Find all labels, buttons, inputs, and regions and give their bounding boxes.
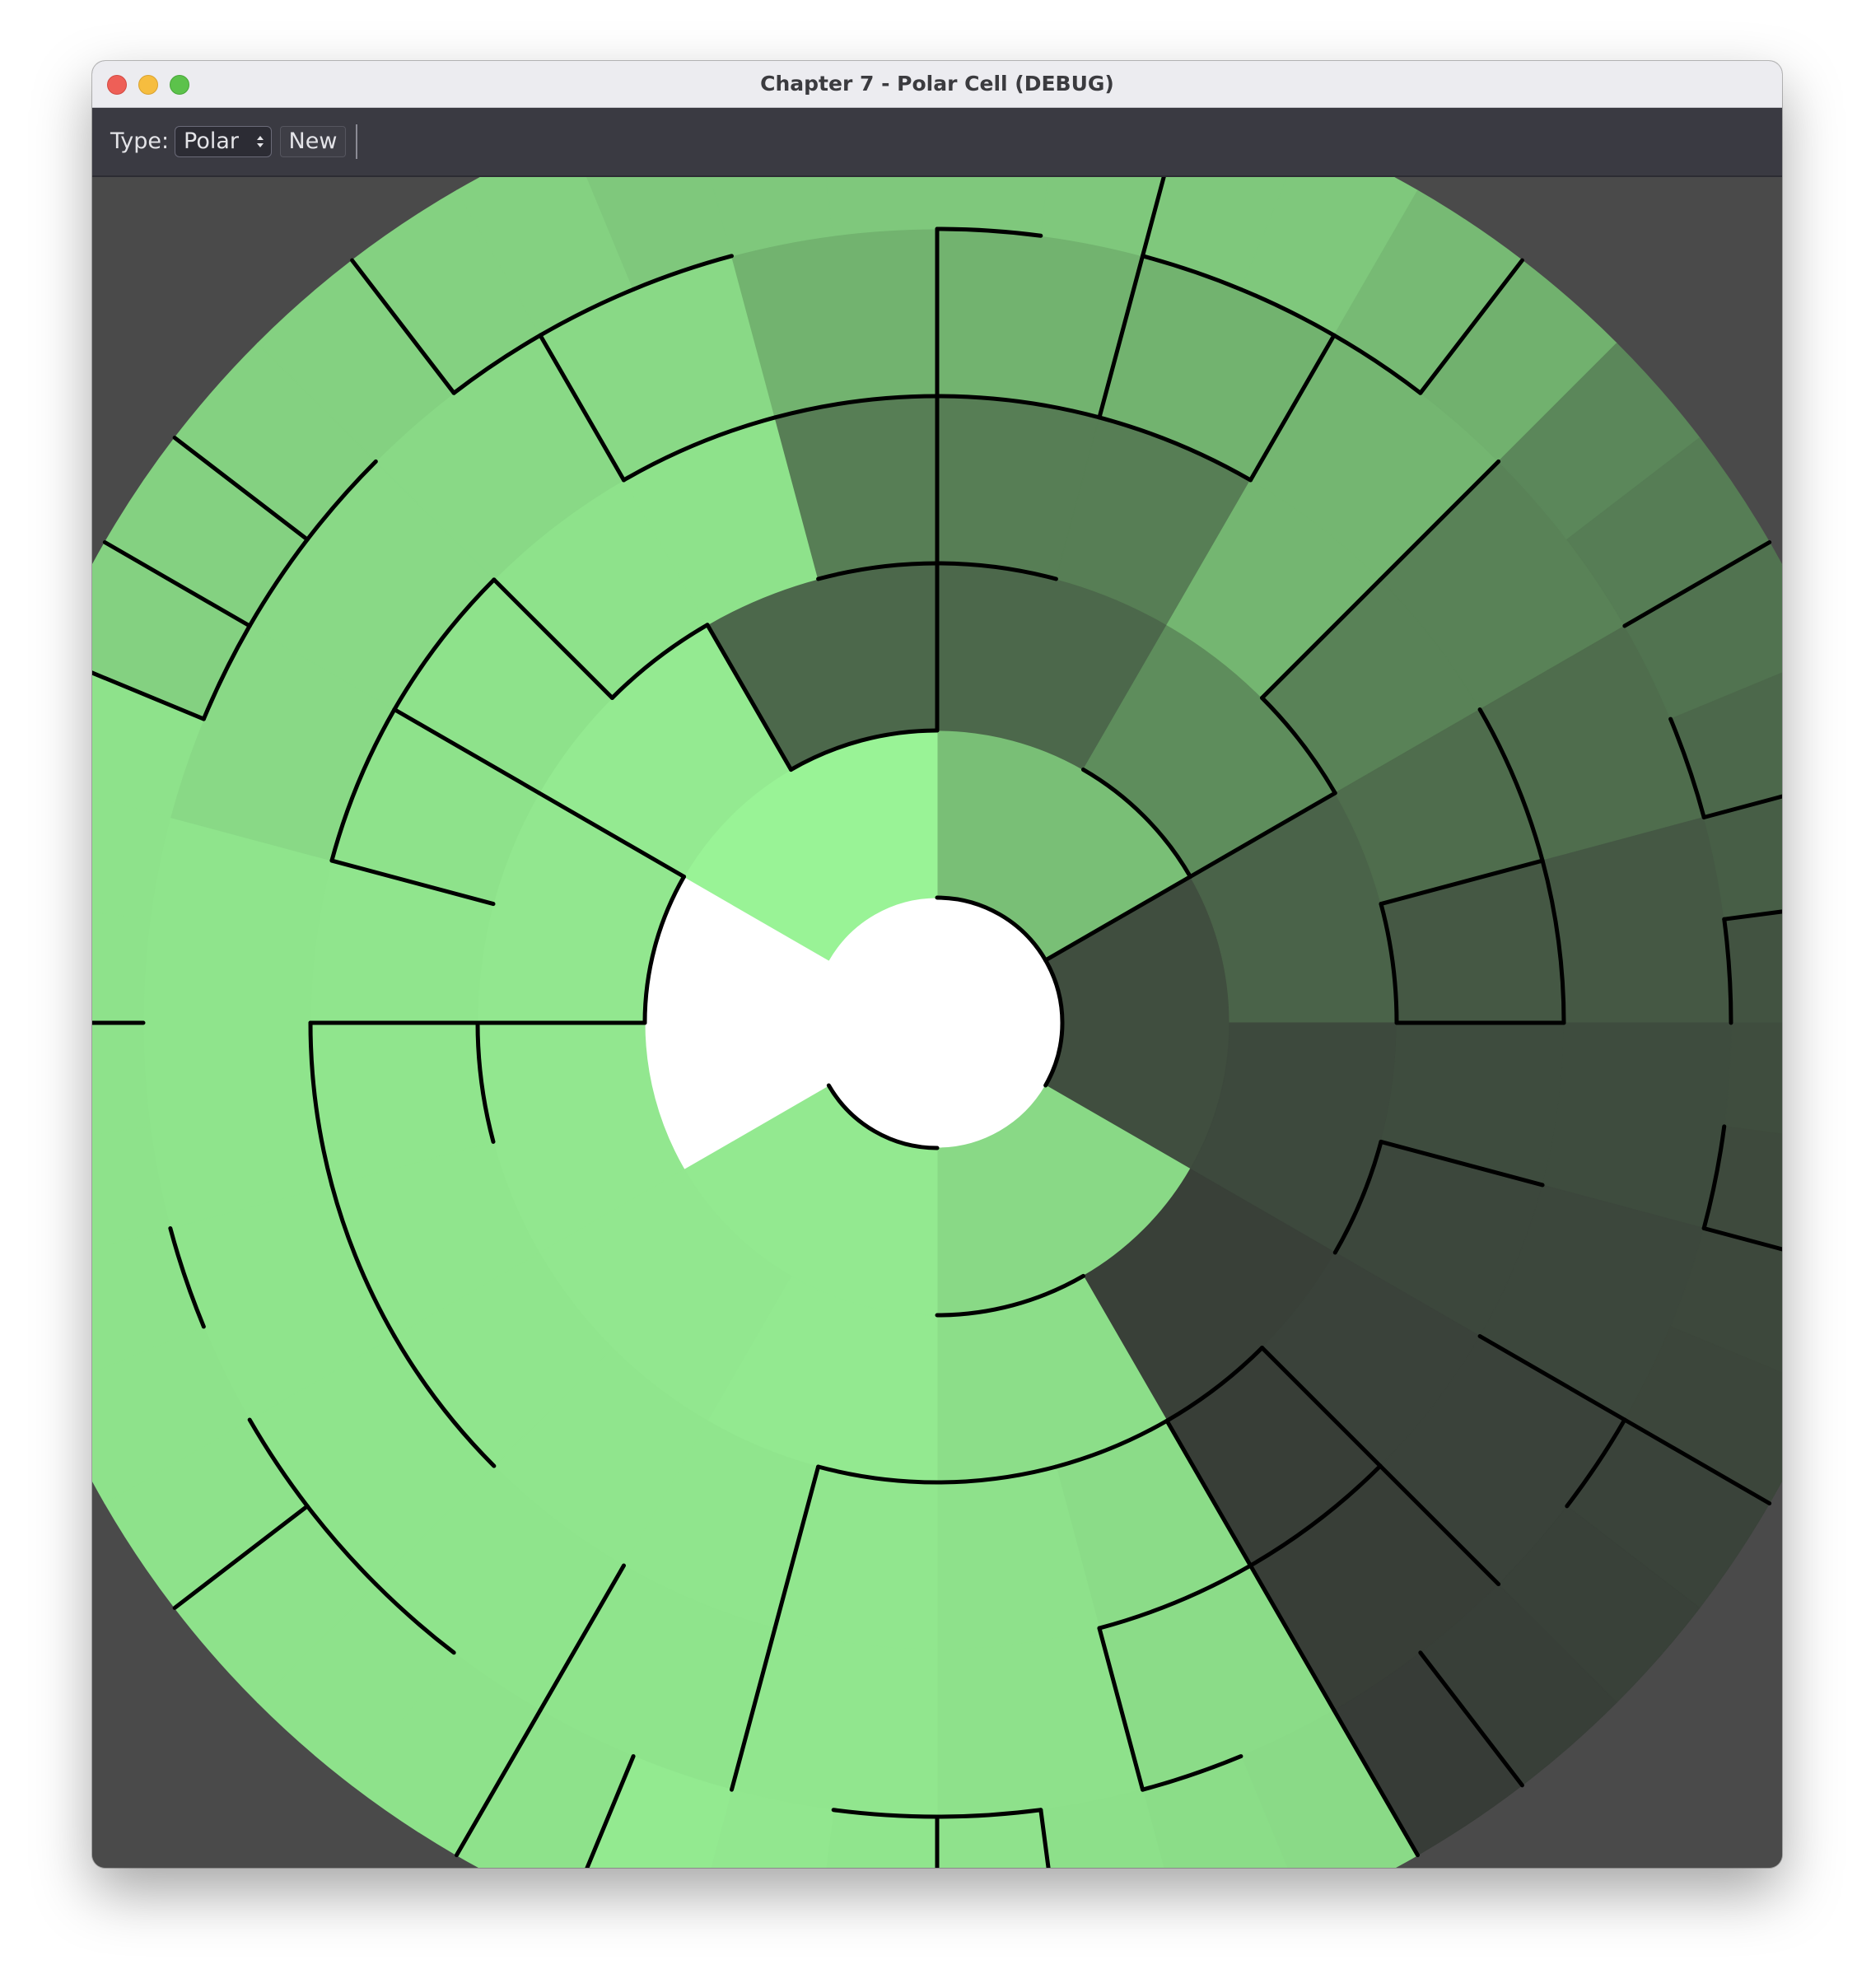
updown-chevron-icon	[257, 136, 264, 147]
window-title: Chapter 7 - Polar Cell (DEBUG)	[760, 72, 1114, 96]
new-maze-button[interactable]: New	[280, 126, 346, 157]
toolbar: Type: Polar New	[92, 108, 1782, 177]
maze-canvas[interactable]	[92, 177, 1782, 1868]
grid-type-select[interactable]: Polar	[175, 126, 272, 157]
title-bar[interactable]: Chapter 7 - Polar Cell (DEBUG)	[92, 61, 1782, 108]
polar-maze	[92, 177, 1782, 1868]
toolbar-separator	[356, 124, 357, 159]
type-label: Type:	[110, 128, 170, 154]
grid-type-select-value: Polar	[184, 128, 239, 154]
app-window: Chapter 7 - Polar Cell (DEBUG) Type: Pol…	[92, 61, 1782, 1868]
